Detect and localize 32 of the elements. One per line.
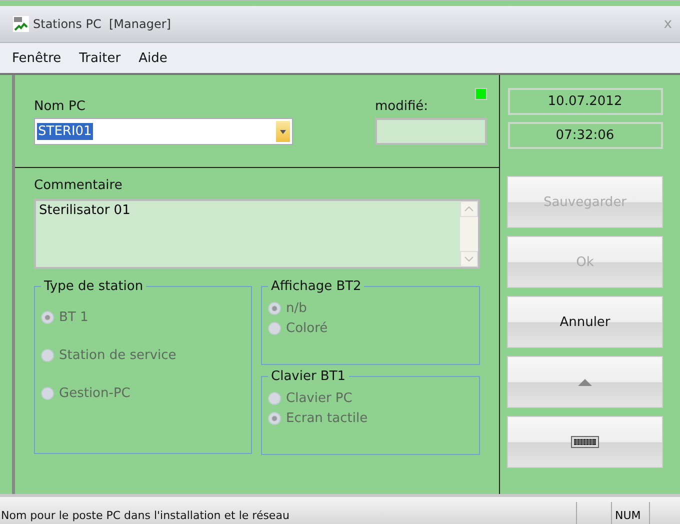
- date-display: 10.07.2012: [508, 88, 662, 115]
- scroll-down-icon[interactable]: [460, 251, 478, 267]
- field-label: modifié:: [375, 99, 428, 114]
- group-title: Affichage BT2: [270, 279, 362, 294]
- radio-label: BT 1: [59, 310, 88, 324]
- comment-textarea[interactable]: Sterilisator 01: [34, 199, 480, 269]
- radio-label: Clavier PC: [286, 390, 352, 406]
- up-arrow-icon: [578, 378, 592, 386]
- num-lock-indicator: NUM: [611, 502, 649, 524]
- menu-item[interactable]: Fenêtre: [12, 50, 62, 66]
- menu-item[interactable]: Aide: [138, 50, 168, 66]
- radio-label: Gestion-PC: [59, 386, 130, 400]
- up-button[interactable]: [507, 356, 663, 408]
- app-logo-icon: [13, 16, 29, 32]
- name-combobox[interactable]: STERI01: [34, 118, 293, 145]
- status-message: Nom pour le poste PC dans l'installation et le réseau: [0, 509, 290, 524]
- keyboard-icon: [571, 436, 599, 448]
- window-title: Stations PC [Manager]: [33, 17, 172, 31]
- scrollbar[interactable]: [460, 201, 478, 267]
- radio-label: Coloré: [286, 320, 328, 336]
- field-label: Commentaire: [34, 178, 124, 193]
- radio-label: Ecran tactile: [286, 410, 368, 426]
- action-button[interactable]: Annuler: [507, 296, 663, 348]
- group-title: Type de station: [43, 279, 144, 294]
- scroll-up-icon[interactable]: [460, 201, 478, 217]
- keyboard-button[interactable]: [507, 416, 663, 468]
- group-title: Clavier BT1: [270, 369, 347, 384]
- menu-item[interactable]: Traiter: [79, 50, 121, 66]
- radio-label: n/b: [286, 300, 307, 316]
- radio-label: Station de service: [59, 348, 176, 362]
- time-display: 07:32:06: [508, 122, 662, 149]
- field-label: Nom PC: [34, 99, 86, 114]
